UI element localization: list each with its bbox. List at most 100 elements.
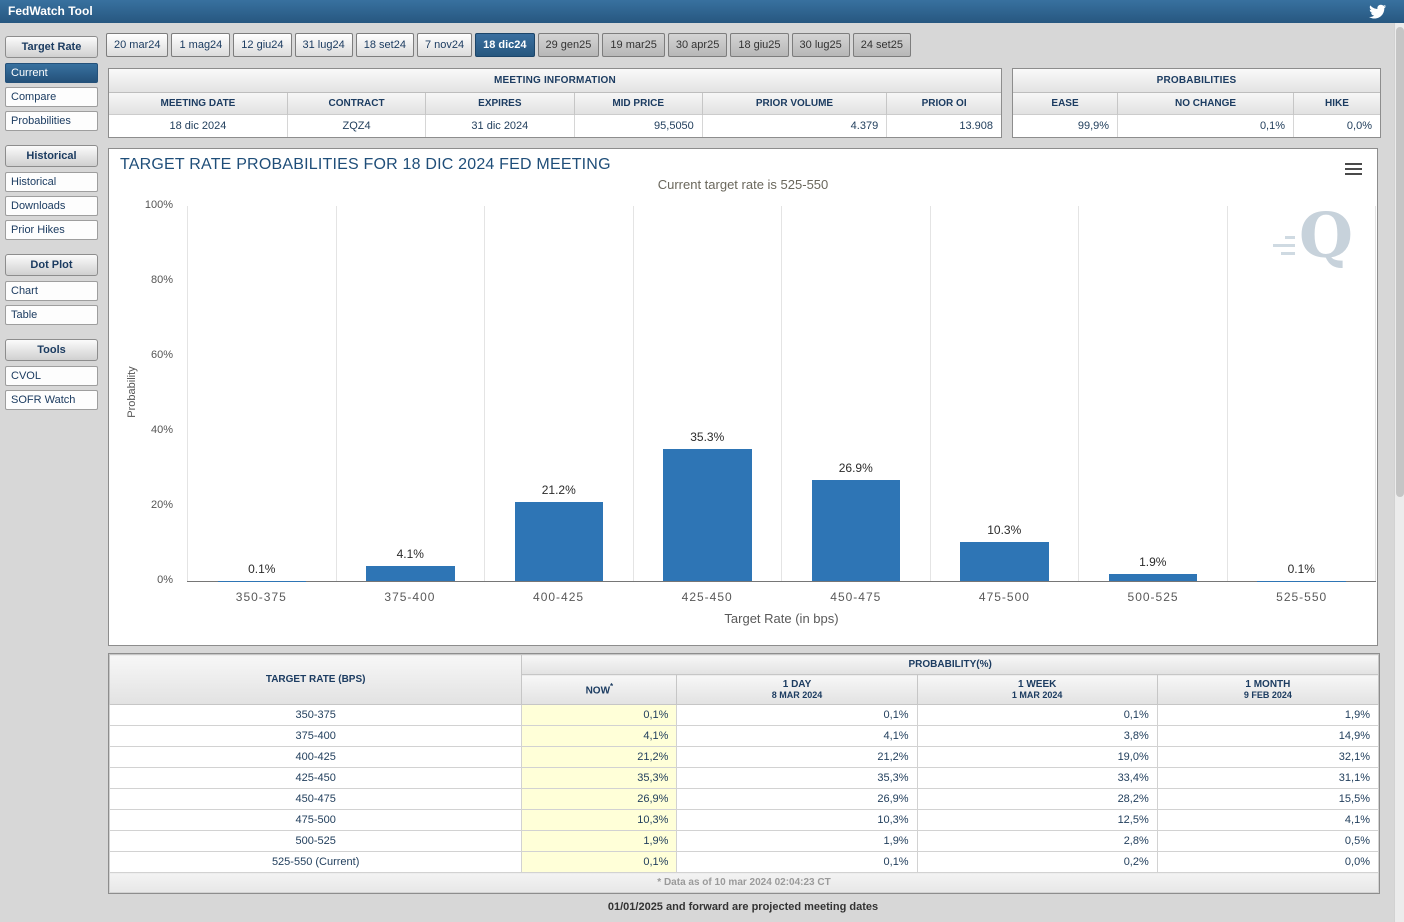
chart-bar-500-525[interactable] — [1109, 574, 1198, 581]
prob-col-1-month: 1 MONTH9 FEB 2024 — [1157, 675, 1378, 705]
chart-panel: TARGET RATE PROBABILITIES FOR 18 DIC 202… — [108, 148, 1378, 646]
tab-1-mag24[interactable]: 1 mag24 — [171, 33, 230, 57]
prob-value-cell: 4,1% — [677, 726, 917, 747]
chart-slot-500-525: 1.9% — [1078, 206, 1227, 581]
scrollbar-thumb[interactable] — [1396, 27, 1404, 497]
chart-subtitle: Current target rate is 525-550 — [109, 177, 1377, 192]
prob-rate-cell: 450-475 — [110, 789, 522, 810]
info-value-hike: 0,0% — [1294, 115, 1380, 138]
chart-ytick-label: 60% — [121, 349, 173, 361]
info-col-ease: EASE — [1013, 93, 1118, 115]
tab-31-lug24[interactable]: 31 lug24 — [295, 33, 353, 57]
prob-rate-cell: 525-550 (Current) — [110, 852, 522, 873]
meeting-information-title: MEETING INFORMATION — [109, 69, 1001, 93]
prob-row-500-525: 500-5251,9%1,9%2,8%0,5% — [110, 831, 1379, 852]
twitter-icon[interactable] — [1369, 3, 1386, 20]
chart-bar-375-400[interactable] — [366, 566, 455, 581]
prob-table-rate-header: TARGET RATE (BPS) — [110, 655, 522, 705]
prob-value-cell: 19,0% — [917, 747, 1157, 768]
prob-value-cell: 10,3% — [522, 810, 677, 831]
prob-value-cell: 0,0% — [1157, 852, 1378, 873]
probabilities-table: EASENO CHANGEHIKE99,9%0,1%0,0% — [1013, 93, 1380, 137]
chart-slot-475-500: 10.3% — [930, 206, 1079, 581]
tab-20-mar24[interactable]: 20 mar24 — [106, 33, 168, 57]
tab-29-gen25[interactable]: 29 gen25 — [538, 33, 600, 57]
prob-row-450-475: 450-47526,9%26,9%28,2%15,5% — [110, 789, 1379, 810]
sidebar-item-probabilities[interactable]: Probabilities — [5, 111, 98, 131]
sidebar-item-sofr-watch[interactable]: SOFR Watch — [5, 390, 98, 410]
chart-ytick-label: 40% — [121, 424, 173, 436]
prob-rate-cell: 375-400 — [110, 726, 522, 747]
probability-table-panel: TARGET RATE (BPS)PROBABILITY(%)NOW*1 DAY… — [108, 653, 1380, 894]
tab-24-set25[interactable]: 24 set25 — [853, 33, 911, 57]
meeting-tabs: 20 mar241 mag2412 giu2431 lug2418 set247… — [106, 33, 911, 57]
prob-value-cell: 0,1% — [917, 705, 1157, 726]
sidebar-section-historical: Historical — [5, 145, 98, 167]
tab-18-giu25[interactable]: 18 giu25 — [730, 33, 788, 57]
prob-value-cell: 10,3% — [677, 810, 917, 831]
prob-value-cell: 33,4% — [917, 768, 1157, 789]
sidebar: Target RateCurrentCompareProbabilitiesHi… — [4, 30, 99, 414]
info-col-mid-price: MID PRICE — [574, 93, 702, 115]
prob-col-now: NOW* — [522, 675, 677, 705]
chart-title: TARGET RATE PROBABILITIES FOR 18 DIC 202… — [120, 156, 611, 174]
prob-value-cell: 14,9% — [1157, 726, 1378, 747]
prob-value-cell: 35,3% — [522, 768, 677, 789]
info-value-meeting-date: 18 dic 2024 — [109, 115, 287, 138]
tab-12-giu24[interactable]: 12 giu24 — [233, 33, 291, 57]
tab-18-set24[interactable]: 18 set24 — [356, 33, 414, 57]
chart-xtick-label: 450-475 — [782, 590, 931, 604]
prob-row-475-500: 475-50010,3%10,3%12,5%4,1% — [110, 810, 1379, 831]
tab-19-mar25[interactable]: 19 mar25 — [602, 33, 664, 57]
prob-row-400-425: 400-42521,2%21,2%19,0%32,1% — [110, 747, 1379, 768]
chart-bar-400-425[interactable] — [515, 502, 604, 582]
prob-value-cell: 3,8% — [917, 726, 1157, 747]
prob-rate-cell: 425-450 — [110, 768, 522, 789]
sidebar-section-tools: Tools — [5, 339, 98, 361]
prob-row-425-450: 425-45035,3%35,3%33,4%31,1% — [110, 768, 1379, 789]
chart-xtick-label: 350-375 — [187, 590, 336, 604]
sidebar-item-downloads[interactable]: Downloads — [5, 196, 98, 216]
prob-value-cell: 4,1% — [522, 726, 677, 747]
projected-dates-note: 01/01/2025 and forward are projected mee… — [108, 901, 1378, 913]
info-value-contract: ZQZ4 — [287, 115, 425, 138]
tab-30-lug25[interactable]: 30 lug25 — [792, 33, 850, 57]
info-col-expires: EXPIRES — [426, 93, 574, 115]
prob-value-cell: 26,9% — [677, 789, 917, 810]
prob-col-1-week: 1 WEEK1 MAR 2024 — [917, 675, 1157, 705]
chart-slot-525-550: 0.1% — [1227, 206, 1377, 581]
tab-7-nov24[interactable]: 7 nov24 — [417, 33, 472, 57]
prob-rate-cell: 475-500 — [110, 810, 522, 831]
chart-bar-450-475[interactable] — [812, 480, 901, 581]
sidebar-section-dot-plot: Dot Plot — [5, 254, 98, 276]
chart-xtick-label: 375-400 — [336, 590, 485, 604]
prob-table-group-header: PROBABILITY(%) — [522, 655, 1379, 675]
vertical-scrollbar[interactable] — [1394, 23, 1404, 922]
prob-value-cell: 21,2% — [677, 747, 917, 768]
chart-slot-400-425: 21.2% — [484, 206, 633, 581]
chart-plot: 0.1%4.1%21.2%35.3%26.9%10.3%1.9%0.1% — [187, 206, 1376, 582]
tab-18-dic24[interactable]: 18 dic24 — [475, 33, 534, 57]
sidebar-item-prior-hikes[interactable]: Prior Hikes — [5, 220, 98, 240]
sidebar-item-historical[interactable]: Historical — [5, 172, 98, 192]
sidebar-item-current[interactable]: Current — [5, 63, 98, 83]
chart-bar-425-450[interactable] — [663, 449, 752, 581]
sidebar-item-cvol[interactable]: CVOL — [5, 366, 98, 386]
prob-table-head: TARGET RATE (BPS)PROBABILITY(%)NOW*1 DAY… — [110, 655, 1379, 705]
sidebar-item-chart[interactable]: Chart — [5, 281, 98, 301]
chart-bar-475-500[interactable] — [960, 542, 1049, 581]
prob-value-cell: 1,9% — [522, 831, 677, 852]
tab-30-apr25[interactable]: 30 apr25 — [668, 33, 727, 57]
prob-value-cell: 0,2% — [917, 852, 1157, 873]
prob-value-cell: 31,1% — [1157, 768, 1378, 789]
prob-row-375-400: 375-4004,1%4,1%3,8%14,9% — [110, 726, 1379, 747]
probability-table: TARGET RATE (BPS)PROBABILITY(%)NOW*1 DAY… — [109, 654, 1379, 893]
chart-xlabels: 350-375375-400400-425425-450450-475475-5… — [187, 590, 1376, 604]
sidebar-item-table[interactable]: Table — [5, 305, 98, 325]
prob-value-cell: 2,8% — [917, 831, 1157, 852]
chart-xtick-label: 425-450 — [633, 590, 782, 604]
hamburger-menu-icon[interactable] — [1345, 163, 1362, 178]
prob-value-cell: 1,9% — [1157, 705, 1378, 726]
info-value-prior-oi: 13.908 — [887, 115, 1001, 138]
sidebar-item-compare[interactable]: Compare — [5, 87, 98, 107]
